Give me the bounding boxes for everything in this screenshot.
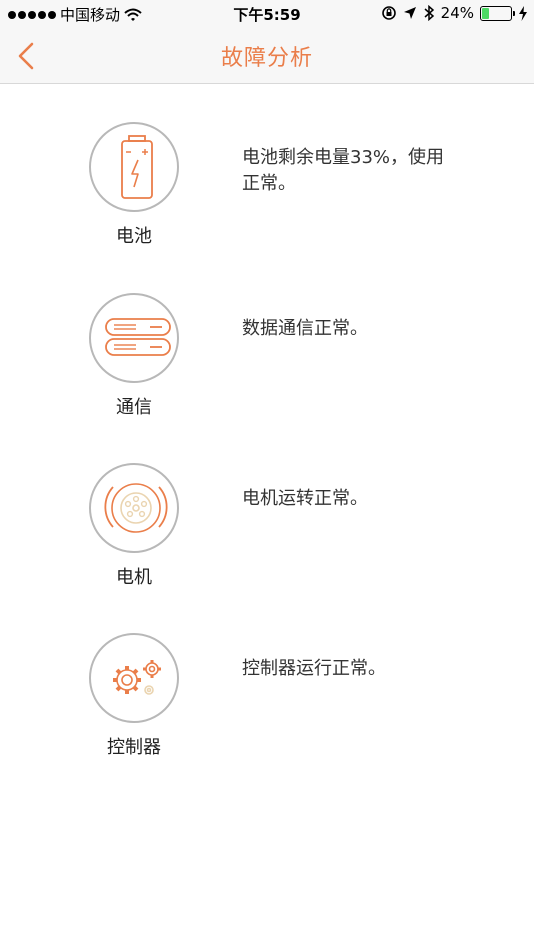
battery-level-fill [482, 7, 489, 19]
item-label: 电池 [116, 226, 152, 247]
diagnosis-item-battery: 电池 电池剩余电量33%，使用正常。 [0, 122, 534, 272]
battery-icon [121, 135, 153, 199]
navigation-bar: 故障分析 [0, 28, 534, 84]
diagnosis-item-motor: 电机 电机运转正常。 [0, 463, 534, 613]
charging-bolt-icon [519, 5, 527, 21]
page-title: 故障分析 [220, 46, 313, 71]
gears-icon [113, 660, 161, 695]
diagnosis-item-communication: 通信 数据通信正常。 [0, 293, 534, 443]
communication-status-icon-circle [89, 293, 179, 383]
item-status: 电池剩余电量33%，使用正常。 [242, 147, 445, 194]
motor-icon [104, 483, 168, 533]
motor-status-icon-circle [89, 463, 179, 553]
item-status: 数据通信正常。 [242, 318, 368, 339]
item-status: 电机运转正常。 [242, 488, 368, 509]
item-label: 通信 [116, 397, 152, 418]
controller-status-icon-circle [89, 633, 179, 723]
battery-icon [480, 5, 515, 21]
item-label: 电机 [116, 567, 152, 588]
status-right: 24% [381, 4, 528, 22]
diagnosis-item-controller: 控制器 控制器运行正常。 [0, 633, 534, 783]
battery-percent: 24% [440, 4, 474, 22]
bluetooth-icon [424, 5, 434, 21]
orientation-lock-icon [381, 6, 396, 20]
item-label: 控制器 [107, 737, 161, 758]
location-arrow-icon [403, 7, 416, 19]
battery-status-icon-circle [89, 122, 179, 212]
server-icon [105, 318, 171, 356]
item-status: 控制器运行正常。 [242, 658, 386, 679]
status-bar: 中国移动 下午5:59 24% [0, 0, 534, 28]
